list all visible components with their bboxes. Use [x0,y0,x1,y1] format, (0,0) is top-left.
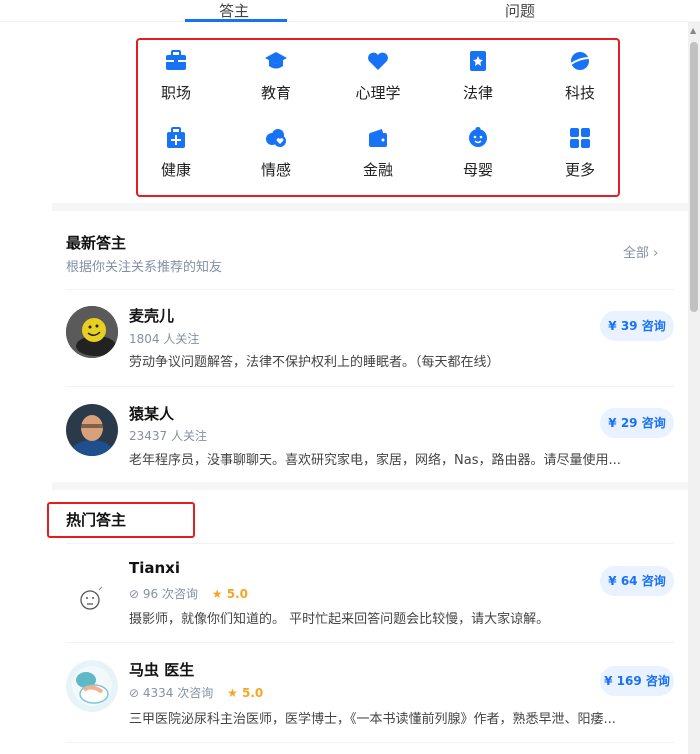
category-item-tech[interactable]: 科技 [540,50,620,103]
consult-button[interactable]: ¥ 39 咨询 [600,311,674,341]
avatar[interactable] [66,404,118,456]
tab-question[interactable]: 问题 [505,0,535,21]
scroll-up-icon[interactable]: ▲ [690,26,696,35]
consult-button[interactable]: ¥ 29 咨询 [600,408,674,438]
consult-button[interactable]: ¥ 64 咨询 [600,566,674,596]
category-item-more[interactable]: 更多 [540,127,620,180]
wallet-icon [369,129,387,147]
category-item-psychology[interactable]: 心理学 [338,50,418,103]
category-label: 教育 [260,84,291,102]
rating: ★ 5.0 [227,686,264,700]
category-label: 健康 [160,161,191,179]
category-item-maternity[interactable]: 母婴 [438,127,518,180]
category-label: 更多 [564,161,595,179]
category-item-health[interactable]: 健康 [136,127,216,180]
answerer-name[interactable]: 猿某人 [129,403,174,424]
category-label: 心理学 [355,84,401,102]
tab-answerer[interactable]: 答主 [219,0,249,21]
consult-button[interactable]: ¥ 169 咨询 [600,666,674,696]
view-all-link[interactable]: 全部 › [623,242,658,261]
category-item-emotion[interactable]: 情感 [236,127,316,180]
follower-count: 1804 人关注 [129,332,200,346]
law-book-icon [470,51,486,71]
latest-section-subtitle: 根据你关注关系推荐的知友 [66,260,223,275]
row-divider [66,543,674,544]
category-item-education[interactable]: 教育 [236,50,316,103]
category-grid: 职场 教育 心理学 法律 科技 健康 情感 金融 母婴 更多 [138,38,618,196]
consult-count: ⊘ 96 次咨询 ★ 5.0 [129,585,248,602]
category-item-career[interactable]: 职场 [136,50,216,103]
consult-count-text: ⊘ 96 次咨询 [129,587,198,601]
grid-more-icon [570,128,590,148]
answerer-description: 老年程序员，没事聊聊天。喜欢研究家电，家居，网络，Nas，路由器。请尽量使用..… [129,453,621,468]
top-tabs: 答主 问题 [0,0,700,22]
category-label: 法律 [462,84,493,102]
row-divider [66,642,674,643]
briefcase-icon [166,50,186,70]
portrait-avatar-image [66,404,118,456]
category-item-finance[interactable]: 金融 [338,127,418,180]
latest-section-title: 最新答主 [66,234,127,252]
follower-count: 23437 人关注 [129,429,207,443]
section-separator [52,482,688,490]
answerer-description: 劳动争议问题解答，法律不保护权利上的睡眠者。（每天都在线） [129,355,500,370]
answerer-description: 三甲医院泌尿科主治医师，医学博士，《一本书读懂前列腺》作者，熟悉早泄、阳痿... [129,712,616,727]
row-divider [66,386,674,387]
answerer-description: 摄影师，就像你们知道的。 平时忙起来回答问题会比较慢，请大家谅解。 [129,612,550,627]
doodle-face-avatar-image [66,574,118,626]
heart-icon [368,52,388,70]
active-tab-indicator [185,19,287,22]
category-label: 金融 [362,161,393,179]
hot-section-title: 热门答主 [66,511,127,529]
answerer-name[interactable]: 马虫 医生 [129,659,194,680]
medical-kit-icon [167,127,185,148]
category-item-law[interactable]: 法律 [438,50,518,103]
consult-count: ⊘ 4334 次咨询 ★ 5.0 [129,684,263,701]
scrollbar[interactable]: ▲ [688,22,700,754]
section-separator [52,203,688,211]
avatar[interactable] [66,660,118,712]
planet-icon [570,52,590,70]
row-divider [66,289,674,290]
rating: ★ 5.0 [211,587,248,601]
smiley-avatar-image [66,306,118,358]
avatar[interactable] [66,574,118,626]
baby-icon [469,127,487,147]
heart-cloud-icon [266,129,286,147]
category-label: 职场 [160,84,191,102]
avatar[interactable] [66,306,118,358]
category-label: 母婴 [462,161,493,179]
scroll-thumb[interactable] [690,42,698,312]
answerer-name[interactable]: Tianxi [129,559,180,577]
row-divider [66,742,674,743]
category-label: 科技 [564,84,595,102]
consult-count-text: ⊘ 4334 次咨询 [129,686,214,700]
category-label: 情感 [260,161,291,179]
graduation-cap-icon [265,52,287,69]
answerer-name[interactable]: 麦壳儿 [129,305,174,326]
doctor-cartoon-avatar-image [66,660,118,712]
